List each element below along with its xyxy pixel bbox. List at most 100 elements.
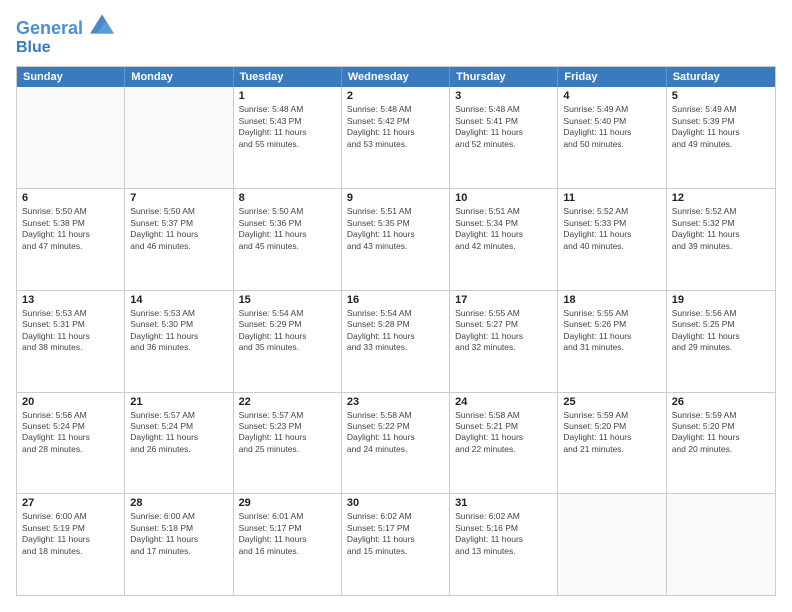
cell-line: Sunrise: 5:49 AM: [672, 104, 770, 115]
day-cell-30: 30Sunrise: 6:02 AMSunset: 5:17 PMDayligh…: [342, 494, 450, 595]
day-number: 12: [672, 192, 770, 204]
day-number: 7: [130, 192, 227, 204]
calendar-row-3: 13Sunrise: 5:53 AMSunset: 5:31 PMDayligh…: [17, 290, 775, 392]
cell-line: Sunrise: 6:01 AM: [239, 511, 336, 522]
cell-line: and 36 minutes.: [130, 342, 227, 353]
cell-line: Daylight: 11 hours: [130, 534, 227, 545]
cell-line: Sunrise: 5:50 AM: [22, 206, 119, 217]
day-cell-28: 28Sunrise: 6:00 AMSunset: 5:18 PMDayligh…: [125, 494, 233, 595]
cell-line: Sunrise: 5:55 AM: [563, 308, 660, 319]
cell-line: Sunset: 5:24 PM: [22, 421, 119, 432]
day-cell-29: 29Sunrise: 6:01 AMSunset: 5:17 PMDayligh…: [234, 494, 342, 595]
cell-line: Daylight: 11 hours: [455, 534, 552, 545]
day-cell-31: 31 Sunrise: 6:02 AMSunset: 5:16 PMDayligh…: [450, 494, 558, 595]
cell-line: Sunrise: 6:02 AM: [347, 511, 444, 522]
cell-line: and 18 minutes.: [22, 546, 119, 557]
weekday-header-wednesday: Wednesday: [342, 67, 450, 87]
cell-line: Sunset: 5:23 PM: [239, 421, 336, 432]
cell-line: Sunset: 5:35 PM: [347, 218, 444, 229]
cell-line: Sunset: 5:16 PM: [455, 523, 552, 534]
header: General Blue: [16, 16, 776, 56]
cell-line: Daylight: 11 hours: [130, 229, 227, 240]
weekday-header-monday: Monday: [125, 67, 233, 87]
cell-line: Sunrise: 5:54 AM: [239, 308, 336, 319]
cell-line: Sunrise: 5:53 AM: [22, 308, 119, 319]
cell-line: and 45 minutes.: [239, 241, 336, 252]
day-number: 4: [563, 90, 660, 102]
cell-line: and 53 minutes.: [347, 139, 444, 150]
cell-line: and 32 minutes.: [455, 342, 552, 353]
day-number: 11: [563, 192, 660, 204]
cell-line: Sunset: 5:17 PM: [347, 523, 444, 534]
cell-line: Sunset: 5:21 PM: [455, 421, 552, 432]
day-number: 29: [239, 497, 336, 509]
day-cell-4: 4Sunrise: 5:49 AMSunset: 5:40 PMDaylight…: [558, 87, 666, 188]
day-number: 16: [347, 294, 444, 306]
day-number: 19: [672, 294, 770, 306]
cell-line: Daylight: 11 hours: [563, 127, 660, 138]
cell-line: and 15 minutes.: [347, 546, 444, 557]
cell-line: and 40 minutes.: [563, 241, 660, 252]
cell-line: Sunset: 5:32 PM: [672, 218, 770, 229]
cell-line: Daylight: 11 hours: [672, 229, 770, 240]
day-number: 6: [22, 192, 119, 204]
cell-line: Daylight: 11 hours: [22, 229, 119, 240]
cell-line: Sunrise: 6:02 AM: [455, 511, 552, 522]
cell-line: Daylight: 11 hours: [672, 127, 770, 138]
cell-line: Daylight: 11 hours: [455, 331, 552, 342]
calendar-row-4: 20Sunrise: 5:56 AMSunset: 5:24 PMDayligh…: [17, 392, 775, 494]
logo-general: General: [16, 18, 83, 38]
cell-line: Daylight: 11 hours: [563, 331, 660, 342]
day-cell-1: 1Sunrise: 5:48 AMSunset: 5:43 PMDaylight…: [234, 87, 342, 188]
day-cell-27: 27Sunrise: 6:00 AMSunset: 5:19 PMDayligh…: [17, 494, 125, 595]
cell-line: and 16 minutes.: [239, 546, 336, 557]
cell-line: Daylight: 11 hours: [130, 331, 227, 342]
cell-line: Sunset: 5:24 PM: [130, 421, 227, 432]
cell-line: Daylight: 11 hours: [130, 432, 227, 443]
day-number: 31: [455, 497, 552, 509]
cell-line: Sunset: 5:36 PM: [239, 218, 336, 229]
cell-line: Daylight: 11 hours: [455, 127, 552, 138]
cell-line: Sunrise: 5:58 AM: [455, 410, 552, 421]
cell-line: Daylight: 11 hours: [239, 432, 336, 443]
day-cell-19: 19Sunrise: 5:56 AMSunset: 5:25 PMDayligh…: [667, 291, 775, 392]
cell-line: Sunset: 5:26 PM: [563, 319, 660, 330]
day-cell-22: 22Sunrise: 5:57 AMSunset: 5:23 PMDayligh…: [234, 393, 342, 494]
cell-line: Sunrise: 5:58 AM: [347, 410, 444, 421]
day-number: 21: [130, 396, 227, 408]
day-number: 24: [455, 396, 552, 408]
cell-line: Daylight: 11 hours: [22, 534, 119, 545]
day-number: 18: [563, 294, 660, 306]
cell-line: Daylight: 11 hours: [22, 331, 119, 342]
cell-line: Sunrise: 5:59 AM: [563, 410, 660, 421]
day-number: 28: [130, 497, 227, 509]
cell-line: and 47 minutes.: [22, 241, 119, 252]
cell-line: and 42 minutes.: [455, 241, 552, 252]
cell-line: Sunset: 5:27 PM: [455, 319, 552, 330]
cell-line: Daylight: 11 hours: [347, 229, 444, 240]
cell-line: and 33 minutes.: [347, 342, 444, 353]
day-cell-24: 24Sunrise: 5:58 AMSunset: 5:21 PMDayligh…: [450, 393, 558, 494]
cell-line: Sunrise: 5:49 AM: [563, 104, 660, 115]
cell-line: Daylight: 11 hours: [22, 432, 119, 443]
cell-line: Daylight: 11 hours: [672, 331, 770, 342]
cell-line: Daylight: 11 hours: [563, 229, 660, 240]
cell-line: Daylight: 11 hours: [347, 432, 444, 443]
day-cell-16: 16Sunrise: 5:54 AMSunset: 5:28 PMDayligh…: [342, 291, 450, 392]
cell-line: Sunrise: 5:48 AM: [239, 104, 336, 115]
day-number: 17: [455, 294, 552, 306]
cell-line: and 38 minutes.: [22, 342, 119, 353]
cell-line: Sunset: 5:31 PM: [22, 319, 119, 330]
weekday-header-tuesday: Tuesday: [234, 67, 342, 87]
weekday-header-friday: Friday: [558, 67, 666, 87]
cell-line: Sunset: 5:41 PM: [455, 116, 552, 127]
cell-line: Sunset: 5:20 PM: [563, 421, 660, 432]
cell-line: Sunrise: 5:50 AM: [130, 206, 227, 217]
day-cell-7: 7Sunrise: 5:50 AMSunset: 5:37 PMDaylight…: [125, 189, 233, 290]
day-cell-10: 10Sunrise: 5:51 AMSunset: 5:34 PMDayligh…: [450, 189, 558, 290]
day-cell-12: 12Sunrise: 5:52 AMSunset: 5:32 PMDayligh…: [667, 189, 775, 290]
day-number: 2: [347, 90, 444, 102]
day-cell-13: 13Sunrise: 5:53 AMSunset: 5:31 PMDayligh…: [17, 291, 125, 392]
cell-line: and 22 minutes.: [455, 444, 552, 455]
cell-line: Sunrise: 5:55 AM: [455, 308, 552, 319]
